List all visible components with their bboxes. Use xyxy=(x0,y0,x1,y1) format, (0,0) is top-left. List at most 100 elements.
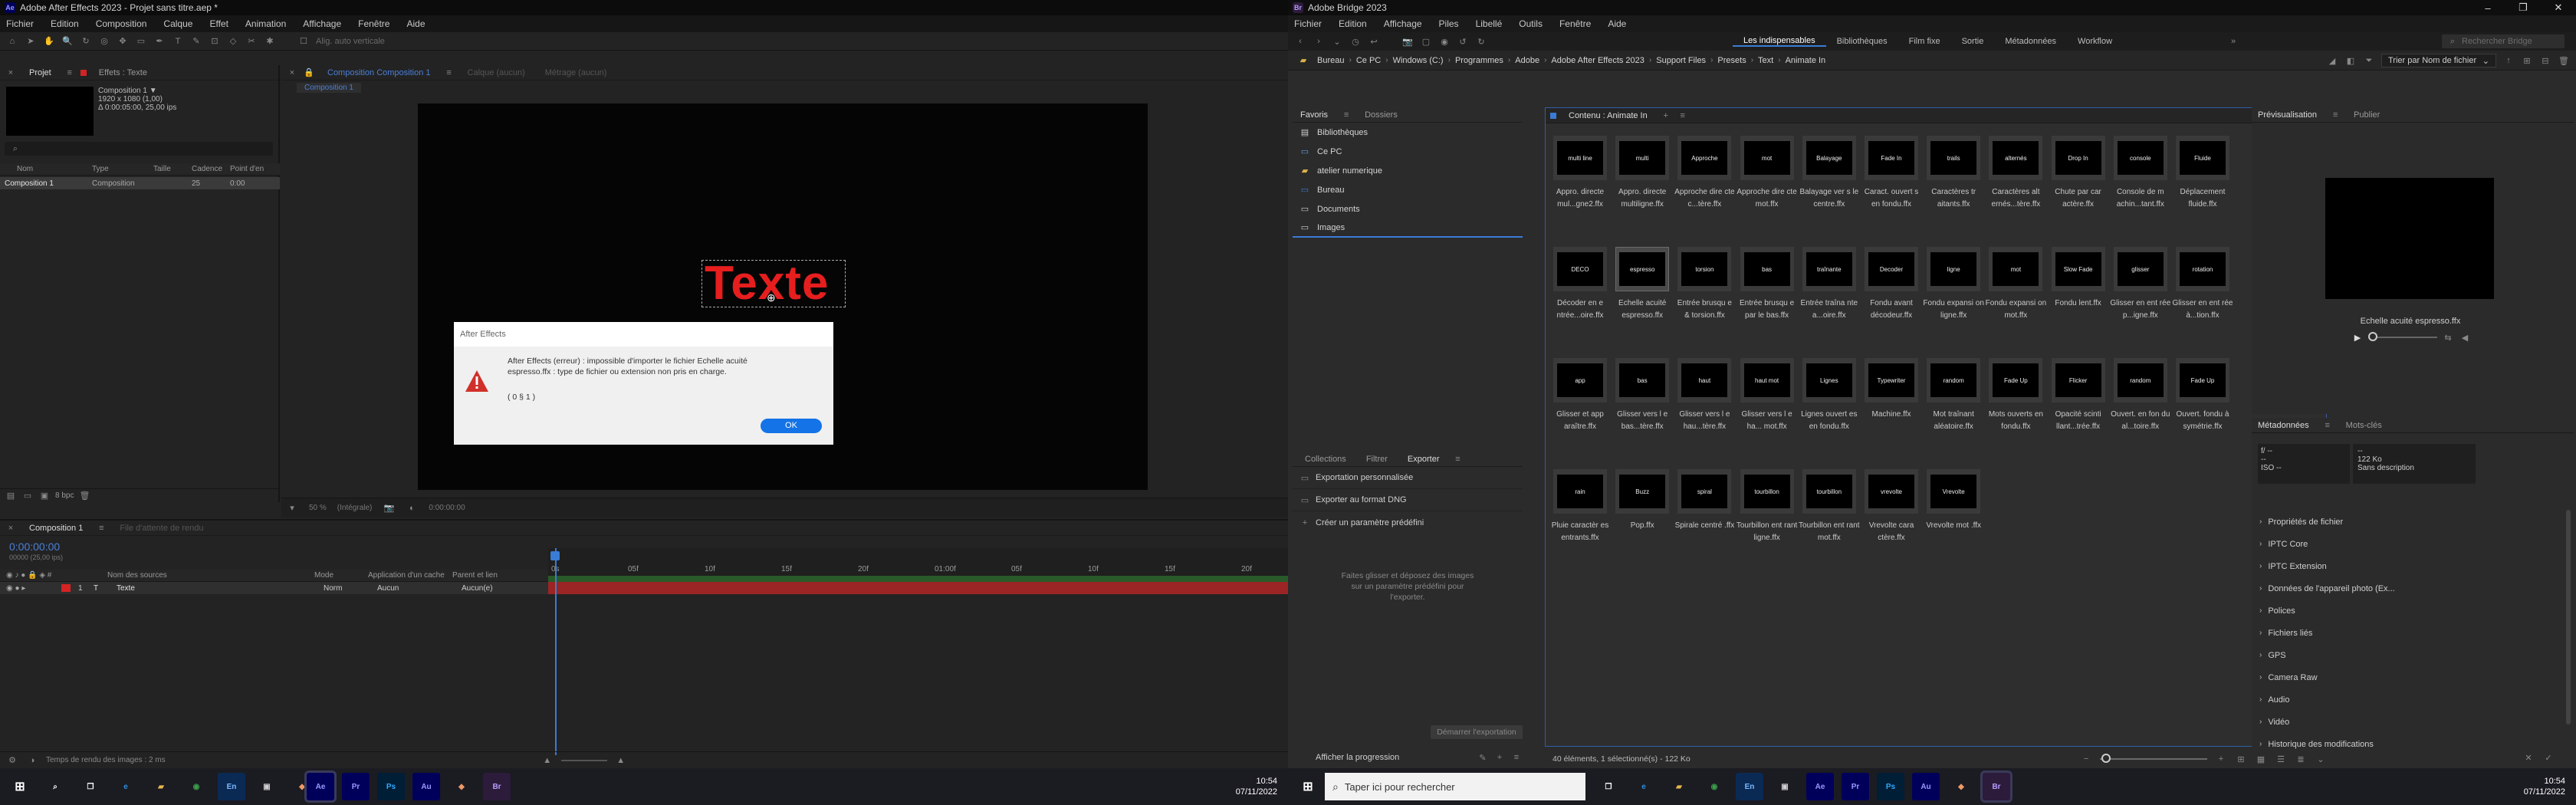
maximize-icon[interactable]: ❐ xyxy=(2505,2,2541,14)
tab-project[interactable]: Projet xyxy=(21,68,59,77)
windows-start-icon[interactable]: ⊞ xyxy=(1294,773,1322,800)
close-icon[interactable]: × xyxy=(5,522,17,534)
metadata-scrollbar[interactable] xyxy=(2566,510,2571,724)
metadata-section[interactable]: › IPTC Core xyxy=(2252,533,2566,555)
file-name[interactable]: Machine.ffx xyxy=(1861,409,1922,421)
favorite-item[interactable]: ▭ Documents xyxy=(1293,199,1523,219)
file-name[interactable]: Spirale centré .ffx xyxy=(1674,520,1735,532)
viewer-zoom[interactable]: 50 % xyxy=(309,504,327,512)
zoom-in-icon[interactable]: ▲ xyxy=(615,754,627,767)
apply-icon[interactable]: ✓ xyxy=(2542,751,2555,764)
photoshop-icon[interactable]: Ps xyxy=(377,773,405,800)
metadata-section[interactable]: › Données de l'appareil photo (Ex... xyxy=(2252,577,2566,600)
edge-icon[interactable]: e xyxy=(1630,773,1658,800)
timeline-layer-row[interactable]: ◉ ● ▸ 1 T Texte Norm Aucun Aucun(e) xyxy=(0,582,548,594)
file-name[interactable]: Fondu expansi on ligne.ffx xyxy=(1923,297,1984,322)
eraser-tool-icon[interactable]: ◇ xyxy=(227,35,239,48)
tab-collections[interactable]: Collections xyxy=(1297,455,1354,464)
file-name[interactable]: Glisser et app araître.ffx xyxy=(1549,409,1611,433)
minimize-icon[interactable]: – xyxy=(2470,2,2505,14)
file-thumbnail[interactable]: Fluide xyxy=(2176,136,2229,180)
menu-item[interactable]: Effet xyxy=(206,18,231,29)
col-mode[interactable]: Mode xyxy=(314,571,368,580)
timeline-zoom-slider[interactable] xyxy=(560,759,607,761)
file-thumbnail[interactable]: random xyxy=(1927,358,1981,402)
file-thumbnail[interactable]: DECO xyxy=(1553,247,1607,291)
file-name[interactable]: Chute par car actère.ffx xyxy=(2048,186,2109,211)
file-thumbnail[interactable]: Approche xyxy=(1677,136,1732,180)
file-thumbnail[interactable]: torsion xyxy=(1677,247,1732,291)
puppet-tool-icon[interactable]: ✱ xyxy=(264,35,276,48)
zoom-out-icon[interactable]: − xyxy=(2080,753,2092,765)
rating-filter-icon[interactable]: ◢ xyxy=(2326,54,2338,67)
search-icon[interactable]: ⌕ xyxy=(41,773,69,800)
tab-layer[interactable]: Calque (aucun) xyxy=(460,68,533,77)
after-effects-taskbar-icon[interactable]: Ae xyxy=(1806,773,1834,800)
file-name[interactable]: Ouvert. en fon du al...toire.ffx xyxy=(2110,409,2171,433)
file-thumbnail[interactable]: app xyxy=(1553,358,1607,402)
file-name[interactable]: Echelle acuité espresso.ffx xyxy=(1612,297,1673,322)
boomerang-icon[interactable]: ↩ xyxy=(1368,35,1380,48)
file-name[interactable]: Glisser vers l e hau...tère.ffx xyxy=(1674,409,1735,433)
file-thumbnail[interactable]: ligne xyxy=(1927,247,1981,291)
menu-item[interactable]: Edition xyxy=(1336,18,1370,29)
close-window-icon[interactable]: ✕ xyxy=(2541,2,2576,14)
close-icon[interactable]: × xyxy=(286,67,298,79)
file-name[interactable]: Tourbillon ent rant mot.ffx xyxy=(1799,520,1860,544)
close-icon[interactable]: × xyxy=(5,67,17,79)
menu-item[interactable]: Affichage xyxy=(1381,18,1425,29)
photoshop-icon[interactable]: Ps xyxy=(1877,773,1904,800)
toggle-modes-icon[interactable]: ◑ xyxy=(26,754,38,767)
task-view-icon[interactable]: ❐ xyxy=(77,773,104,800)
path-crumb[interactable]: Support Files xyxy=(1651,56,1710,65)
filter-icon[interactable]: ⏷ xyxy=(2363,54,2375,67)
file-thumbnail[interactable]: Decoder xyxy=(1865,247,1918,291)
file-thumbnail[interactable]: mot xyxy=(1740,136,1794,180)
file-name[interactable]: Appro. directe mul...gne2.ffx xyxy=(1549,186,1611,211)
workspace-tab[interactable]: Workflow xyxy=(2067,37,2123,46)
open-in-camera-raw-icon[interactable]: ◉ xyxy=(1438,35,1451,48)
file-thumbnail[interactable]: rain xyxy=(1553,469,1607,514)
file-thumbnail[interactable]: tourbillon xyxy=(1802,469,1856,514)
project-comp-name[interactable]: Composition 1 ▼ xyxy=(98,87,176,95)
menu-icon[interactable]: ≡ xyxy=(443,67,455,79)
snapshot-icon[interactable]: 📷 xyxy=(383,502,395,514)
file-name[interactable]: Console de m achin...tant.ffx xyxy=(2110,186,2171,211)
col-parent[interactable]: Parent et lien xyxy=(452,571,537,580)
forward-icon[interactable]: › xyxy=(1313,35,1325,48)
menu-item[interactable]: Piles xyxy=(1436,18,1462,29)
premiere-icon[interactable]: Pr xyxy=(1842,773,1869,800)
preview-image[interactable] xyxy=(2325,178,2494,299)
file-thumbnail[interactable]: random xyxy=(2113,358,2167,402)
file-thumbnail[interactable]: glisser xyxy=(2113,247,2167,291)
quality-icon[interactable]: ◧ xyxy=(2344,54,2357,67)
file-name[interactable]: Glisser vers l e bas...tère.ffx xyxy=(1612,409,1673,433)
col-type[interactable]: Type xyxy=(92,165,153,173)
chrome-icon[interactable]: ◉ xyxy=(182,773,210,800)
file-name[interactable]: Fondu avant décodeur.ffx xyxy=(1861,297,1922,322)
new-folder-icon[interactable]: ⊟ xyxy=(2539,54,2551,67)
file-name[interactable]: Balayage ver s le centre.ffx xyxy=(1799,186,1860,211)
menu-icon[interactable]: ≡ xyxy=(2329,109,2341,121)
hand-tool-icon[interactable]: ✋ xyxy=(43,35,55,48)
file-name[interactable]: Approche dire cte mot.ffx xyxy=(1737,186,1798,211)
menu-item[interactable]: Aide xyxy=(1605,18,1629,29)
path-crumb[interactable]: Adobe xyxy=(1510,56,1544,65)
file-name[interactable]: Mot traînant aléatoire.ffx xyxy=(1923,409,1984,433)
camera-import-icon[interactable]: 📷 xyxy=(1401,35,1414,48)
file-thumbnail[interactable]: bas xyxy=(1740,247,1794,291)
menu-icon[interactable]: ≡ xyxy=(1452,453,1464,465)
bridge-search-field[interactable]: ⌕ Rechercher Bridge xyxy=(2442,34,2564,48)
file-name[interactable]: Entrée brusqu e par le bas.ffx xyxy=(1737,297,1798,322)
zoom-out-icon[interactable]: ▲ xyxy=(541,754,554,767)
menu-item[interactable]: Animation xyxy=(242,18,289,29)
workspace-tab[interactable]: Film fixe xyxy=(1898,37,1951,46)
file-name[interactable]: Tourbillon ent rant ligne.ffx xyxy=(1737,520,1798,544)
menu-icon[interactable]: ≡ xyxy=(1340,109,1352,121)
layer-name[interactable]: Texte xyxy=(117,584,324,593)
file-name[interactable]: Entrée brusqu e & torsion.ffx xyxy=(1674,297,1735,322)
workspace-tab[interactable]: Sortie xyxy=(1951,37,1995,46)
interpret-icon[interactable]: ▤ xyxy=(5,490,17,502)
file-name[interactable]: Lignes ouvert es en fondu.ffx xyxy=(1799,409,1860,433)
menu-item[interactable]: Composition xyxy=(93,18,150,29)
